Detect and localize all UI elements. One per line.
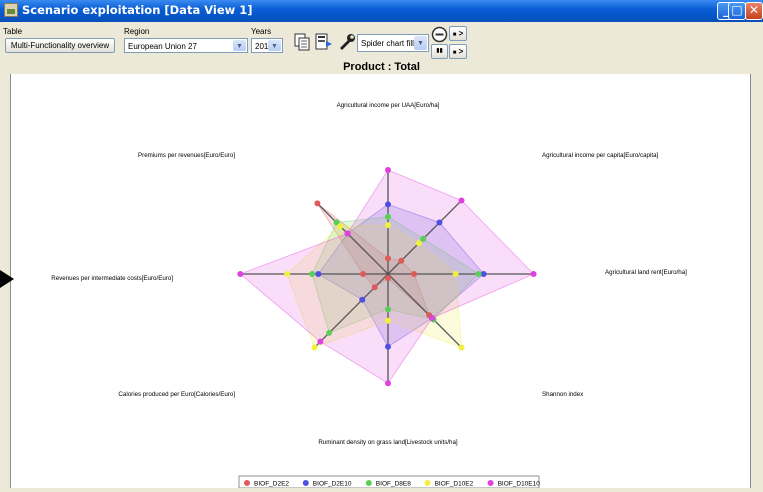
axis-label-7: Premiums per revenues[Euro/Euro]: [138, 152, 235, 159]
window-title-bar[interactable]: Scenario exploitation [Data View 1] _ □ …: [0, 0, 763, 22]
axis-label-2: Agricultural land rent[Euro/ha]: [605, 269, 687, 276]
data-point-0-6: [360, 271, 367, 277]
legend-label-2: BIOF_D8E8: [376, 481, 411, 488]
data-point-4-6: [237, 271, 244, 277]
legend-marker-2: [365, 480, 372, 486]
years-label: Years: [251, 27, 272, 36]
data-point-3-1: [415, 240, 422, 247]
play-back-glyph: >: [458, 47, 464, 56]
data-point-4-0: [385, 167, 391, 173]
data-point-0-5: [371, 284, 378, 291]
legend-label-0: BIOF_D2E2: [254, 481, 289, 488]
table-select-button[interactable]: Multi-Functionality overview: [5, 38, 115, 53]
legend-marker-0: [244, 480, 250, 486]
wrench-icon[interactable]: [337, 32, 357, 52]
legend-label-4: BIOF_D10E10: [498, 481, 541, 488]
play-forward-icon[interactable]: ■ >: [449, 26, 467, 41]
chart-type-select[interactable]: Spider chart filled ▼: [357, 34, 429, 52]
data-point-3-4: [385, 317, 391, 324]
legend-label-3: BIOF_D10E2: [435, 481, 474, 488]
data-point-0-1: [398, 257, 405, 264]
spider-chart: Agricultural income per UAA[Euro/ha] Agri…: [51, 102, 687, 489]
data-point-4-7: [344, 230, 351, 237]
data-point-0-7: [314, 200, 321, 207]
data-point-1-5: [359, 296, 366, 303]
copy-icon[interactable]: [292, 32, 312, 52]
axis-label-5: Calories produced per Euro[Calories/Euro…: [118, 391, 235, 398]
data-point-2-4: [385, 306, 391, 313]
axis-label-6: Revenues per intermediate costs[Euro/Eur…: [51, 275, 173, 282]
data-point-3-2: [452, 271, 459, 277]
data-point-4-5: [317, 338, 324, 345]
data-point-1-0: [385, 201, 391, 208]
axis-label-3: Shannon index: [542, 391, 584, 398]
zoom-out-icon[interactable]: [431, 26, 448, 43]
chart-title: Product : Total: [343, 61, 420, 73]
data-point-4-3: [429, 315, 436, 322]
data-point-0-4: [385, 275, 391, 282]
chevron-down-icon[interactable]: ▼: [268, 40, 281, 51]
data-point-4-1: [458, 197, 465, 204]
legend-marker-4: [487, 480, 494, 486]
data-point-1-6: [315, 271, 322, 277]
data-point-3-0: [385, 222, 391, 229]
window-title: Scenario exploitation [Data View 1]: [22, 3, 253, 17]
data-point-3-6: [284, 271, 291, 277]
data-point-1-4: [385, 343, 391, 350]
arrow-marker-icon: [0, 270, 14, 288]
axis-label-0: Agricultural income per UAA[Euro/ha]: [337, 102, 440, 109]
legend-label-1: BIOF_D2E10: [313, 481, 352, 488]
years-select[interactable]: 2013 ▼: [251, 38, 283, 53]
data-point-2-6: [309, 271, 316, 277]
legend-marker-1: [302, 480, 309, 486]
chart-panel: Agricultural income per UAA[Euro/ha] Agri…: [10, 74, 751, 489]
region-select[interactable]: European Union 27 ▼: [124, 38, 248, 53]
region-label: Region: [124, 27, 150, 36]
data-point-3-5: [311, 344, 318, 351]
data-point-2-2: [475, 271, 482, 277]
pause-icon[interactable]: ▮▮: [431, 44, 448, 59]
data-point-3-3: [458, 344, 465, 351]
data-point-2-0: [385, 213, 391, 220]
region-value: European Union 27: [128, 42, 197, 51]
axis-label-4: Ruminant density on grass land[Livestock…: [318, 439, 458, 446]
app-icon: [4, 3, 18, 17]
export-icon[interactable]: [314, 32, 334, 52]
play-back-icon[interactable]: ■ >: [449, 44, 467, 59]
data-point-1-2: [480, 271, 487, 277]
data-point-4-4: [385, 380, 391, 387]
legend-marker-3: [424, 480, 431, 486]
data-point-1-1: [436, 219, 443, 226]
data-point-0-2: [411, 271, 417, 277]
chevron-down-icon[interactable]: ▼: [414, 36, 427, 50]
maximize-button[interactable]: □: [728, 2, 746, 20]
data-point-2-5: [326, 329, 333, 336]
data-point-2-1: [420, 235, 427, 242]
data-point-4-2: [530, 271, 537, 277]
chevron-down-icon[interactable]: ▼: [233, 40, 246, 51]
play-forward-glyph: >: [458, 29, 464, 38]
table-label: Table: [3, 27, 23, 36]
axis-label-1: Agricultural income per capita[Euro/capi…: [542, 152, 659, 159]
data-point-3-7: [337, 223, 344, 230]
data-point-0-0: [385, 255, 391, 262]
close-button[interactable]: ✕: [745, 2, 763, 20]
